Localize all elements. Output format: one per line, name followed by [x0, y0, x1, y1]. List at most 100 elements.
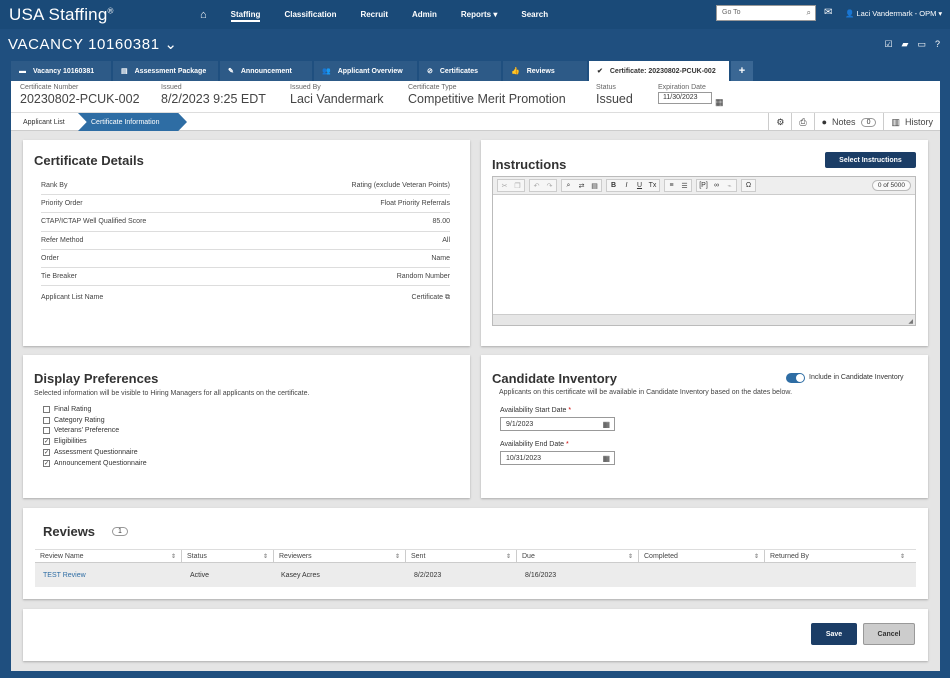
pref-eligibilities[interactable]: ✓ Eligibilities [43, 438, 87, 445]
display-preferences-title: Display Preferences [34, 371, 159, 386]
italic-icon[interactable]: I [620, 180, 633, 191]
add-tab-button[interactable]: + [731, 61, 753, 81]
sort-icon[interactable]: ⇕ [506, 553, 511, 560]
nav-admin[interactable]: Admin [412, 0, 437, 29]
sort-icon[interactable]: ⇕ [754, 553, 759, 560]
nav-recruit[interactable]: Recruit [360, 0, 388, 29]
pref-category-rating[interactable]: Category Rating [43, 417, 105, 424]
checkbox-checked[interactable]: ✓ [43, 449, 50, 456]
reviews-table: Review Name ⇕ Status ⇕ Reviewers ⇕ Sent ⇕ Du… [35, 549, 916, 589]
pref-final-rating[interactable]: Final Rating [43, 406, 91, 413]
find-icon[interactable]: ⌕ [562, 180, 575, 191]
user-menu[interactable]: 👤 Laci Vandermark - OPM ▾ [845, 9, 942, 18]
task-check-icon[interactable]: ☑ [884, 39, 892, 50]
instructions-editor[interactable]: ✂ ❐ ↶ ↷ ⌕ ⇄ ▤ B I U Tx ≡ ☰ [P] ∞ ⌁ Ω 0 o… [492, 176, 916, 326]
include-inventory-toggle[interactable] [786, 373, 805, 383]
tab-vacancy[interactable]: ▬ Vacancy 10160381 [11, 61, 111, 81]
search-icon[interactable]: ⌕ [807, 8, 811, 18]
home-icon[interactable]: ⌂ [200, 9, 207, 21]
save-button[interactable]: Save [811, 623, 857, 645]
redo-icon[interactable]: ↷ [543, 180, 556, 191]
start-date-label: Availability Start Date * [500, 407, 572, 414]
settings-button[interactable]: ⚙ [768, 113, 791, 131]
col-review-name[interactable]: Review Name ⇕ [35, 550, 182, 564]
printer-icon: ⎙ [799, 116, 807, 127]
applicant-list-link[interactable]: Certificate [412, 294, 444, 301]
history-button[interactable]: ▥ History [883, 113, 940, 131]
review-name-link[interactable]: TEST Review [43, 572, 86, 579]
col-status[interactable]: Status ⇕ [182, 550, 274, 564]
goto-input[interactable]: Go To ⌕ [716, 5, 816, 21]
help-icon[interactable]: ? [935, 39, 940, 50]
copy-icon[interactable]: ❐ [511, 180, 524, 191]
chat-icon[interactable]: ▭ [917, 39, 926, 50]
folder-icon[interactable]: ▰ [902, 39, 909, 50]
resize-handle-icon[interactable]: ◢ [908, 318, 913, 325]
col-reviewers[interactable]: Reviewers ⇕ [274, 550, 406, 564]
mail-icon[interactable]: ✉ [824, 7, 832, 18]
tab-applicant-overview[interactable]: 👥 Applicant Overview [314, 61, 417, 81]
nav-staffing[interactable]: Staffing [230, 0, 260, 29]
tab-assessment-package[interactable]: ▤ Assessment Package [113, 61, 218, 81]
numbered-list-icon[interactable]: ≡ [665, 180, 678, 191]
clear-format-icon[interactable]: Tx [646, 180, 659, 191]
col-sent[interactable]: Sent ⇕ [406, 550, 517, 564]
external-link-icon[interactable]: ⧉ [445, 294, 450, 301]
detail-row-priority-order: Priority Order Float Priority Referrals [41, 194, 450, 212]
expiration-date-input[interactable]: 11/30/2023 [658, 92, 712, 104]
bold-icon[interactable]: B [607, 180, 620, 191]
col-completed[interactable]: Completed ⇕ [639, 550, 765, 564]
cut-icon[interactable]: ✂ [498, 180, 511, 191]
tab-certificate-active[interactable]: ✔ Certificate: 20230802-PCUK-002 [589, 61, 729, 81]
pref-announcement-questionnaire[interactable]: ✓ Announcement Questionnaire [43, 460, 147, 467]
tab-announcement[interactable]: ✎ Announcement [220, 61, 312, 81]
nav-search[interactable]: Search [521, 0, 548, 29]
sort-icon[interactable]: ⇕ [900, 553, 905, 560]
print-button[interactable]: ⎙ [791, 113, 813, 131]
review-status: Active [190, 572, 210, 579]
sort-icon[interactable]: ⇕ [263, 553, 268, 560]
end-date-input[interactable]: 10/31/2023 ▦ [500, 451, 615, 465]
step-certificate-information[interactable]: Certificate Information [78, 113, 187, 131]
paste-text-icon[interactable]: ▤ [588, 180, 601, 191]
notes-button[interactable]: ● Notes 0 [813, 113, 884, 131]
checkbox-checked[interactable]: ✓ [43, 460, 50, 467]
app-logo[interactable]: USA Staffing® [9, 5, 194, 25]
candidate-inventory-description: Applicants on this certificate will be a… [499, 389, 793, 396]
comment-icon: ● [821, 117, 828, 127]
placeholder-icon[interactable]: [P] [697, 180, 710, 191]
undo-icon[interactable]: ↶ [530, 180, 543, 191]
bulleted-list-icon[interactable]: ☰ [678, 180, 691, 191]
nav-reports[interactable]: Reports ▾ [461, 0, 497, 29]
calendar-icon[interactable]: ▦ [602, 420, 610, 429]
checkbox[interactable] [43, 427, 50, 434]
special-char-icon[interactable]: Ω [742, 180, 755, 191]
tab-certificates[interactable]: ⊘ Certificates [419, 61, 501, 81]
calendar-icon[interactable]: ▦ [602, 454, 610, 463]
replace-icon[interactable]: ⇄ [575, 180, 588, 191]
start-date-input[interactable]: 9/1/2023 ▦ [500, 417, 615, 431]
nav-classification[interactable]: Classification [284, 0, 336, 29]
checkbox-checked[interactable]: ✓ [43, 438, 50, 445]
checkbox[interactable] [43, 417, 50, 424]
detail-row-ctap-score: CTAP/ICTAP Well Qualified Score 85.00 [41, 212, 450, 230]
certificate-icon: ⊘ [427, 68, 433, 75]
expiration-field: Expiration Date 11/30/2023 ▦ [658, 84, 724, 107]
vacancy-title[interactable]: VACANCY 10160381 ⌄ [8, 35, 178, 53]
sort-icon[interactable]: ⇕ [395, 553, 400, 560]
select-instructions-button[interactable]: Select Instructions [825, 152, 916, 168]
calendar-icon[interactable]: ▦ [715, 97, 724, 108]
underline-icon[interactable]: U [633, 180, 646, 191]
sort-icon[interactable]: ⇕ [628, 553, 633, 560]
checkbox[interactable] [43, 406, 50, 413]
step-applicant-list[interactable]: Applicant List [11, 113, 79, 131]
pref-assessment-questionnaire[interactable]: ✓ Assessment Questionnaire [43, 449, 138, 456]
pref-veterans-preference[interactable]: Veterans' Preference [43, 427, 119, 434]
unlink-icon[interactable]: ⌁ [723, 180, 736, 191]
link-icon[interactable]: ∞ [710, 180, 723, 191]
tab-reviews[interactable]: 👍 Reviews [503, 61, 587, 81]
sort-icon[interactable]: ⇕ [171, 553, 176, 560]
col-due[interactable]: Due ⇕ [517, 550, 639, 564]
col-returned-by[interactable]: Returned By ⇕ [765, 550, 910, 564]
cancel-button[interactable]: Cancel [863, 623, 915, 645]
